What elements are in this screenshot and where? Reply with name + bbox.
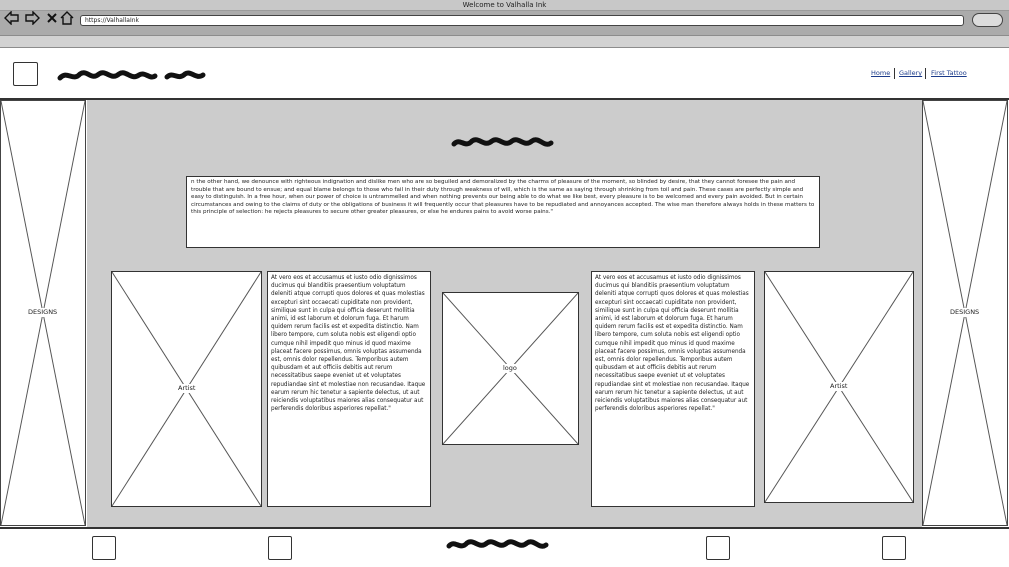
- artist-label-left: Artist: [176, 384, 198, 393]
- forward-icon[interactable]: [24, 10, 40, 26]
- artist-label-right: Artist: [828, 382, 850, 391]
- left-designs-label: DESIGNS: [26, 308, 60, 317]
- home-icon[interactable]: [59, 11, 75, 25]
- right-designs-panel[interactable]: DESIGNS: [922, 100, 1008, 526]
- logo-placeholder[interactable]: [13, 62, 38, 86]
- url-bar[interactable]: https://ValhallaInk: [80, 15, 964, 26]
- artist-bio-right: At vero eos et accusamus et iusto odio d…: [591, 271, 755, 507]
- nav-separator: [925, 68, 926, 79]
- footer-social-icon[interactable]: [92, 536, 116, 560]
- footer-social-icon[interactable]: [882, 536, 906, 560]
- heading-scribble: [451, 137, 554, 147]
- artist-image-right[interactable]: Artist: [764, 271, 914, 503]
- close-icon[interactable]: [44, 11, 60, 25]
- artist-bio-left: At vero eos et accusamus et iusto odio d…: [267, 271, 431, 507]
- footer-social-icon[interactable]: [268, 536, 292, 560]
- footer-scribble: [446, 539, 549, 549]
- site-name-scribble: [57, 70, 206, 81]
- nav-link-gallery[interactable]: Gallery: [899, 69, 922, 78]
- window-title: Welcome to Valhalla Ink: [462, 1, 547, 9]
- search-field[interactable]: [972, 13, 1003, 27]
- nav-link-first-tattoo[interactable]: First Tattoo: [931, 69, 967, 78]
- tab-strip: [0, 36, 1009, 48]
- logo-label: logo: [501, 364, 519, 373]
- footer-social-icon[interactable]: [706, 536, 730, 560]
- artist-image-left[interactable]: Artist: [111, 271, 262, 507]
- right-designs-label: DESIGNS: [948, 308, 982, 317]
- logo-image[interactable]: logo: [442, 292, 579, 445]
- intro-text-box: n the other hand, we denounce with right…: [186, 176, 820, 248]
- nav-separator: [894, 68, 895, 79]
- nav-link-home[interactable]: Home: [871, 69, 890, 78]
- left-designs-panel[interactable]: DESIGNS: [0, 100, 86, 526]
- back-icon[interactable]: [4, 10, 20, 26]
